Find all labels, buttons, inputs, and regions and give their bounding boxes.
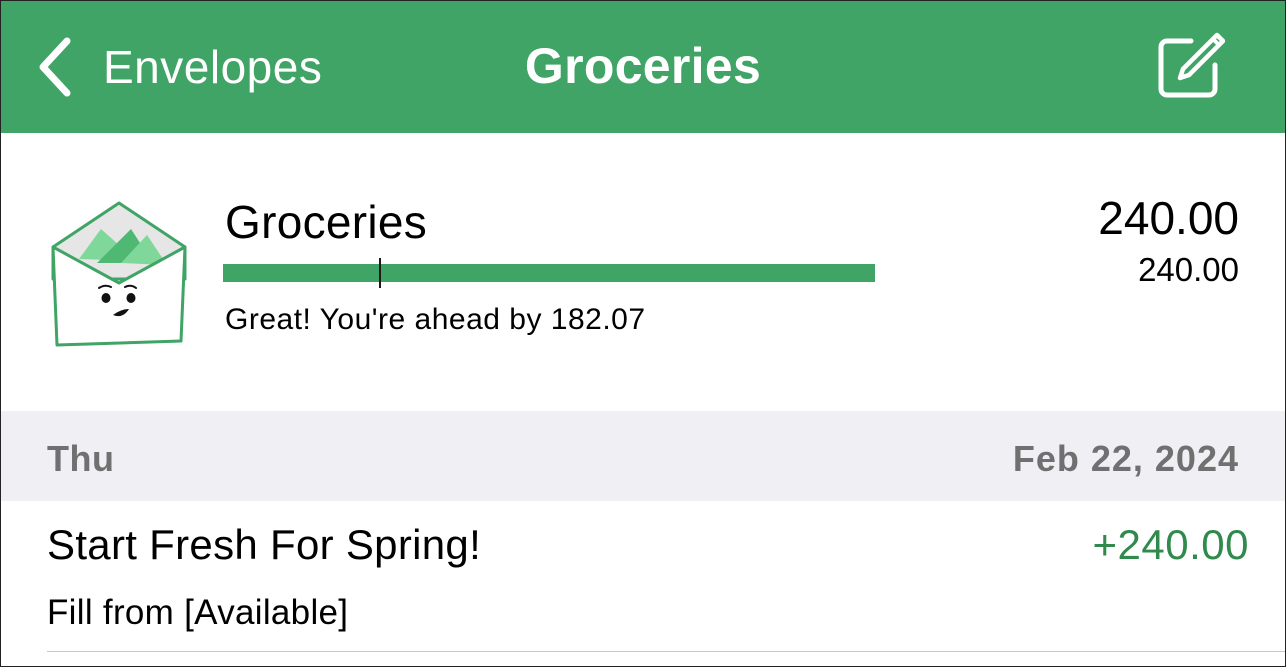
- envelope-balance: 240.00: [1098, 192, 1239, 244]
- navigation-bar: Envelopes Groceries: [1, 1, 1285, 133]
- back-button[interactable]: Envelopes: [37, 31, 322, 103]
- back-button-label: Envelopes: [103, 41, 323, 93]
- edit-button[interactable]: [1153, 31, 1226, 101]
- app-screen: Envelopes Groceries Groceries Great! You…: [0, 0, 1286, 667]
- date-section-header: Thu Feb 22, 2024: [1, 411, 1285, 501]
- envelope-mascot-icon: [49, 199, 189, 349]
- section-day: Thu: [47, 438, 115, 479]
- chevron-left-icon: [37, 37, 73, 97]
- envelope-progress-bar: [223, 258, 875, 288]
- progress-fill: [223, 264, 875, 282]
- envelope-summary: Groceries Great! You're ahead by 182.07 …: [1, 133, 1285, 411]
- transaction-amount: +240.00: [1092, 521, 1249, 568]
- compose-icon: [1153, 32, 1226, 105]
- transaction-subtitle: Fill from [Available]: [47, 593, 349, 632]
- section-date: Feb 22, 2024: [1012, 438, 1239, 479]
- transaction-row[interactable]: Start Fresh For Spring! +240.00 Fill fro…: [1, 501, 1285, 652]
- envelope-budget: 240.00: [1138, 251, 1239, 288]
- transaction-title: Start Fresh For Spring!: [47, 521, 482, 568]
- progress-time-marker: [379, 258, 381, 288]
- envelope-name: Groceries: [225, 196, 428, 248]
- row-divider: [47, 651, 1285, 652]
- envelope-status-text: Great! You're ahead by 182.07: [225, 303, 646, 336]
